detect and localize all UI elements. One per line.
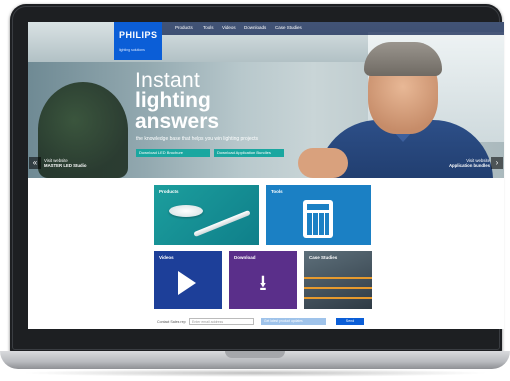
hero-person-image [298,38,493,178]
logo-tagline: lighting solutions [119,48,145,52]
arrow-left-icon[interactable]: « [29,157,41,169]
laptop-notch [225,351,285,358]
top-nav: Products Tools Videos Downloads Case Stu… [138,22,504,35]
download-bundles-button[interactable]: Download Application Bundles [214,149,284,157]
tile-videos[interactable]: Videos [154,251,222,309]
hero-subtitle: the knowledge base that helps you win li… [136,136,259,142]
download-icon: ⭳ [259,270,267,295]
tile-tools-label: Tools [271,189,283,194]
download-brochure-button[interactable]: Download LED Brochure [136,149,210,157]
hero-headline-instant: Instant [135,69,201,92]
right-visit-link[interactable]: Visit website Application bundles [438,158,490,168]
arrow-right-icon[interactable]: › [491,157,503,169]
play-icon [178,271,196,295]
updates-option[interactable]: Get latest product updates [261,318,326,325]
person-hair [364,42,442,76]
warehouse-shelf [304,277,372,279]
philips-logo[interactable]: PHILIPS lighting solutions [114,22,162,60]
laptop-mockup: Products Tools Videos Downloads Case Stu… [0,0,510,381]
tile-download[interactable]: Download ⭳ [229,251,297,309]
warehouse-shelf [304,287,372,289]
laptop-shadow [20,369,490,377]
hero-banner: Products Tools Videos Downloads Case Stu… [28,22,504,178]
newsletter-label: Contact Sales rep [157,320,186,324]
email-field[interactable]: Enter email address [189,318,254,325]
led-disc-icon [169,205,203,217]
nav-videos[interactable]: Videos [222,25,236,31]
tile-products-label: Products [159,189,179,194]
tile-download-label: Download [234,255,256,260]
tile-products[interactable]: Products [154,185,259,245]
screen: Products Tools Videos Downloads Case Stu… [28,22,504,329]
hero-headline-answers: answers [135,110,220,133]
nav-tools[interactable]: Tools [203,25,214,31]
calculator-icon [303,200,333,238]
tile-tools[interactable]: Tools [266,185,371,245]
person-hand [298,148,348,178]
warehouse-shelf [304,297,372,299]
right-visit-target: Application bundles [448,163,490,168]
left-visit-link[interactable]: Visit website MASTER LED Studio [44,158,87,168]
led-tube-icon [193,209,251,238]
tile-videos-label: Videos [159,255,174,260]
nav-products[interactable]: Products [175,25,193,31]
send-button[interactable]: Send [336,318,364,325]
nav-downloads[interactable]: Downloads [244,25,266,31]
logo-wordmark: PHILIPS [119,30,158,40]
tile-case-studies-label: Case Studies [309,255,338,260]
hero-headline-lighting: lighting [135,89,211,112]
tile-case-studies[interactable]: Case Studies [304,251,372,309]
nav-case-studies[interactable]: Case Studies [275,25,302,31]
left-visit-target: MASTER LED Studio [44,163,87,168]
